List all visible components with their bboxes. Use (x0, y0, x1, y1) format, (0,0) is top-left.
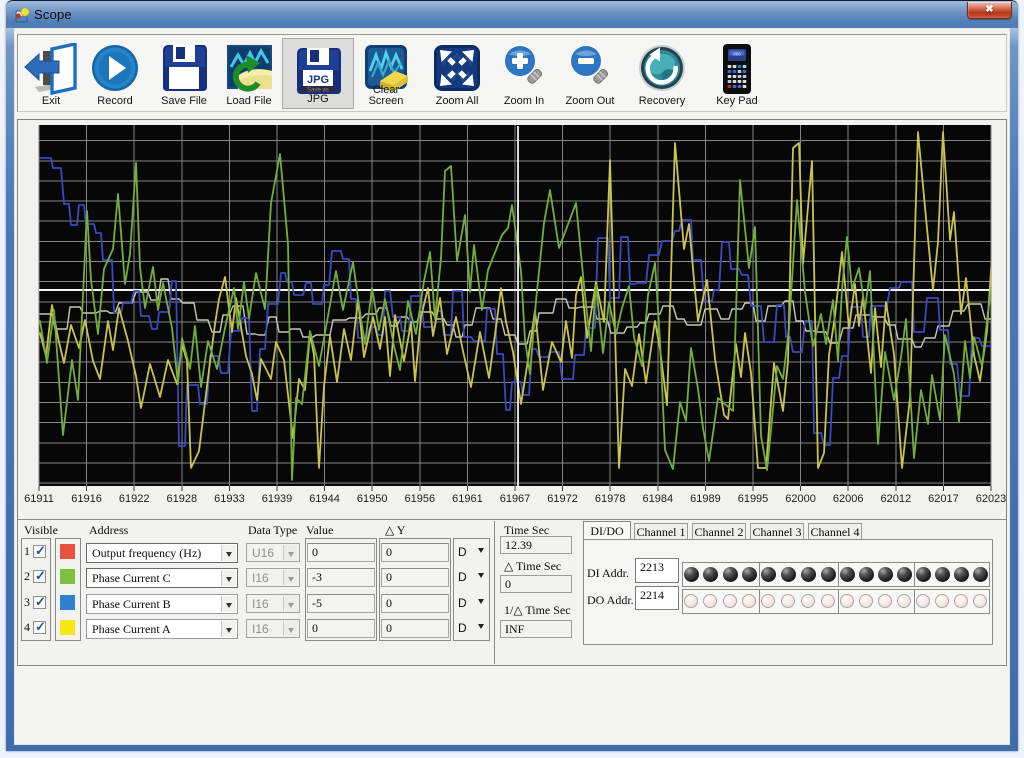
svg-text:62012: 62012 (881, 493, 912, 505)
svg-text:61989: 61989 (690, 493, 721, 505)
svg-text:61939: 61939 (262, 493, 293, 505)
svg-text:61978: 61978 (595, 493, 626, 505)
svg-text:62023: 62023 (976, 493, 1007, 505)
svg-text:62006: 62006 (833, 493, 864, 505)
svg-text:61956: 61956 (405, 493, 436, 505)
svg-text:61984: 61984 (643, 493, 674, 505)
svg-text:61972: 61972 (547, 493, 578, 505)
svg-text:61995: 61995 (738, 493, 769, 505)
svg-text:61933: 61933 (214, 493, 245, 505)
svg-text:62000: 62000 (785, 493, 816, 505)
svg-text:JPG: JPG (307, 74, 329, 86)
svg-text:61967: 61967 (500, 493, 531, 505)
svg-text:61928: 61928 (167, 493, 198, 505)
svg-text:61950: 61950 (357, 493, 388, 505)
svg-text:61916: 61916 (71, 493, 102, 505)
svg-text:61911: 61911 (24, 493, 54, 505)
svg-text:62017: 62017 (928, 493, 959, 505)
svg-text:61961: 61961 (452, 493, 483, 505)
svg-text:888: 888 (733, 52, 741, 57)
svg-text:61944: 61944 (309, 493, 340, 505)
svg-text:61922: 61922 (119, 493, 150, 505)
